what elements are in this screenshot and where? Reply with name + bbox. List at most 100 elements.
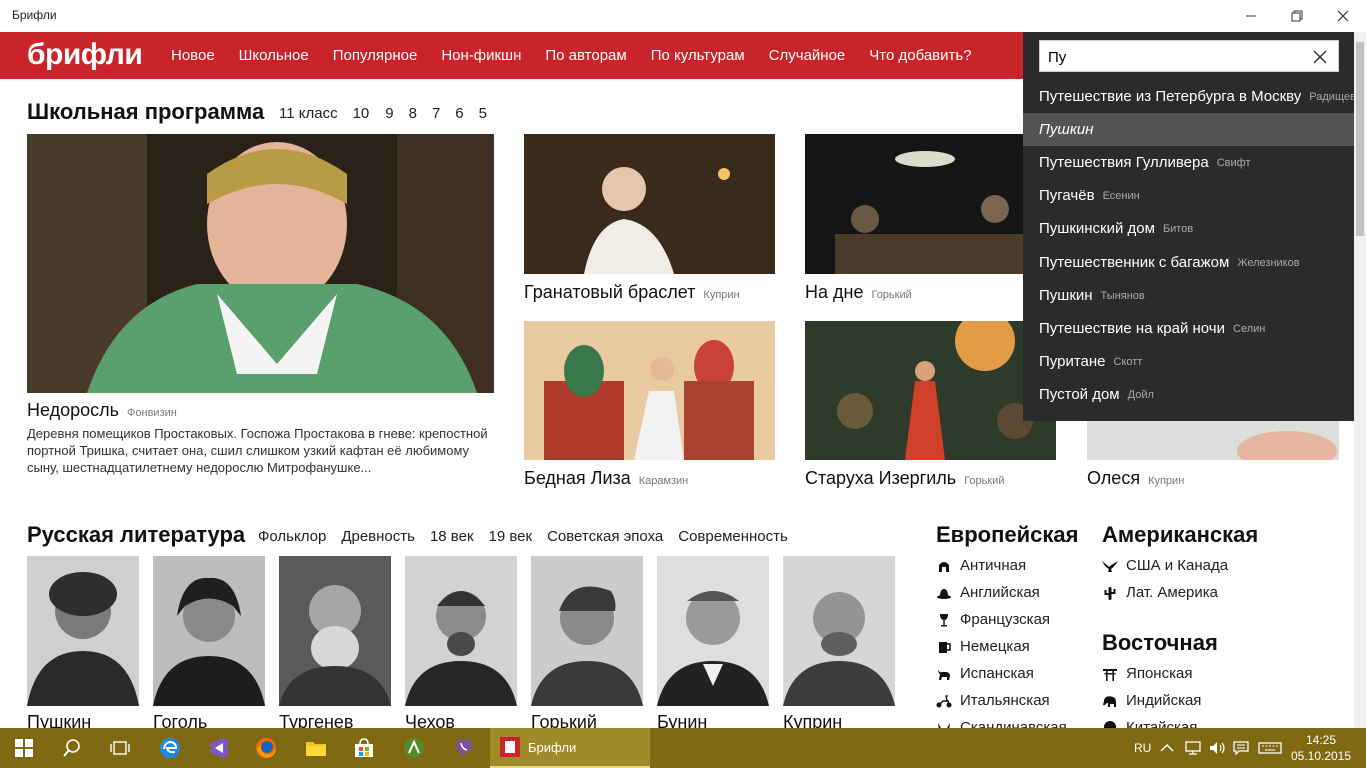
book-tile-3[interactable]: Бедная Лиза Карамзин — [524, 468, 688, 489]
author-portrait-pushkin[interactable] — [27, 556, 139, 706]
task-view-button[interactable] — [96, 728, 144, 768]
book-author[interactable]: Горький — [871, 289, 911, 301]
search-clear-button[interactable] — [1310, 47, 1330, 67]
grade-filter-9[interactable]: 9 — [385, 105, 393, 122]
nav-item-school[interactable]: Школьное — [239, 47, 309, 64]
book-title[interactable]: Старуха Изергиль — [805, 468, 956, 488]
tray-volume-button[interactable] — [1209, 728, 1227, 768]
culture-item-antique[interactable]: Античная — [936, 557, 1026, 574]
taskbar-android-studio[interactable] — [390, 728, 438, 768]
grade-filter-11[interactable]: 11 класс — [279, 105, 338, 122]
language-indicator[interactable]: RU — [1134, 728, 1151, 768]
close-window-button[interactable] — [1320, 0, 1366, 32]
culture-item-italian[interactable]: Итальянская — [936, 692, 1050, 709]
author-portrait-gogol[interactable] — [153, 556, 265, 706]
taskbar-search-button[interactable] — [48, 728, 96, 768]
featured-book-title[interactable]: Недоросль Фонвизин — [27, 400, 177, 421]
culture-item-indian[interactable]: Индийская — [1102, 692, 1201, 709]
culture-item-german[interactable]: Немецкая — [936, 638, 1030, 655]
search-suggestion[interactable]: Пушкин Тынянов — [1023, 279, 1354, 312]
search-suggestion[interactable]: Пустой дом Дойл — [1023, 378, 1354, 411]
book-tile-image-3[interactable] — [524, 321, 775, 460]
culture-item-spanish[interactable]: Испанская — [936, 665, 1034, 682]
grade-filter-5[interactable]: 5 — [479, 105, 487, 122]
author-portrait-kuprin[interactable] — [783, 556, 895, 706]
culture-heading-american[interactable]: Американская — [1102, 522, 1258, 548]
nav-item-random[interactable]: Случайное — [769, 47, 846, 64]
search-suggestion[interactable]: Пугачёв Есенин — [1023, 179, 1354, 212]
book-tile-5[interactable]: Олеся Куприн — [1087, 468, 1184, 489]
book-title[interactable]: На дне — [805, 282, 863, 302]
era-filter-soviet[interactable]: Советская эпоха — [547, 528, 663, 545]
search-suggestion[interactable]: Путешествие из Петербурга в Москву Радище… — [1023, 80, 1354, 113]
search-suggestion[interactable]: Путешествия Гулливера Свифт — [1023, 146, 1354, 179]
taskbar-edge[interactable] — [146, 728, 194, 768]
author-portrait-gorky[interactable] — [531, 556, 643, 706]
search-suggestion[interactable]: Путешественник с багажом Железников — [1023, 246, 1354, 279]
era-filter-folklore[interactable]: Фольклор — [258, 528, 326, 545]
author-portrait-chekhov[interactable] — [405, 556, 517, 706]
book-title[interactable]: Олеся — [1087, 468, 1140, 488]
culture-item-japanese[interactable]: Японская — [1102, 665, 1192, 682]
grade-filter-6[interactable]: 6 — [455, 105, 463, 122]
taskbar-clock[interactable]: 14:25 05.10.2015 — [1290, 732, 1352, 764]
grade-filter-10[interactable]: 10 — [353, 105, 370, 122]
culture-item-scandinavian[interactable]: Скандинавская — [936, 719, 1067, 728]
culture-item-french[interactable]: Французская — [936, 611, 1050, 628]
tray-notifications-button[interactable] — [1233, 728, 1249, 768]
book-tile-1[interactable]: Гранатовый браслет Куприн — [524, 282, 740, 303]
nav-item-popular[interactable]: Популярное — [333, 47, 418, 64]
culture-item-latin-america[interactable]: Лат. Америка — [1102, 584, 1218, 601]
taskbar-firefox[interactable] — [242, 728, 290, 768]
book-tile-4[interactable]: Старуха Изергиль Горький — [805, 468, 1004, 489]
book-tile-image-2[interactable] — [805, 134, 1056, 274]
culture-heading-eastern[interactable]: Восточная — [1102, 630, 1218, 656]
author-portrait-turgenev[interactable] — [279, 556, 391, 706]
book-author[interactable]: Карамзин — [639, 475, 688, 487]
book-title[interactable]: Гранатовый браслет — [524, 282, 695, 302]
taskbar-file-explorer[interactable] — [292, 728, 340, 768]
author-portrait-bunin[interactable] — [657, 556, 769, 706]
tray-network-button[interactable] — [1185, 728, 1203, 768]
book-tile-image-5[interactable] — [1087, 421, 1339, 460]
search-suggestion[interactable]: Пушкинский дом Битов — [1023, 212, 1354, 245]
tray-keyboard-button[interactable] — [1258, 728, 1282, 768]
minimize-button[interactable] — [1228, 0, 1274, 32]
nav-item-nonfiction[interactable]: Нон-фикшн — [441, 47, 521, 64]
restore-button[interactable] — [1274, 0, 1320, 32]
search-input[interactable] — [1048, 47, 1298, 67]
book-tile-image-1[interactable] — [524, 134, 775, 274]
featured-book-image[interactable] — [27, 134, 494, 393]
book-title[interactable]: Бедная Лиза — [524, 468, 631, 488]
tray-overflow-button[interactable] — [1160, 728, 1174, 768]
site-logo[interactable]: брифли — [27, 38, 143, 72]
book-tile-2[interactable]: На дне Горький — [805, 282, 912, 303]
search-suggestion[interactable]: Путешествие на край ночи Селин — [1023, 312, 1354, 345]
era-filter-modern[interactable]: Современность — [678, 528, 788, 545]
scrollbar-thumb[interactable] — [1356, 42, 1364, 236]
era-filter-18[interactable]: 18 век — [430, 528, 474, 545]
book-title[interactable]: Недоросль — [27, 400, 119, 420]
book-author[interactable]: Фонвизин — [127, 407, 177, 419]
culture-item-english[interactable]: Английская — [936, 584, 1040, 601]
start-button[interactable] — [0, 728, 48, 768]
nav-item-new[interactable]: Новое — [171, 47, 215, 64]
search-suggestion[interactable]: Пуритане Скотт — [1023, 345, 1354, 378]
nav-item-authors[interactable]: По авторам — [545, 47, 626, 64]
culture-item-chinese[interactable]: Китайская — [1102, 719, 1197, 728]
culture-item-usa-canada[interactable]: США и Канада — [1102, 557, 1228, 574]
grade-filter-8[interactable]: 8 — [409, 105, 417, 122]
taskbar-visual-studio[interactable] — [194, 728, 242, 768]
era-filter-ancient[interactable]: Древность — [341, 528, 415, 545]
book-tile-image-4[interactable] — [805, 321, 1056, 460]
taskbar-viber[interactable] — [440, 728, 488, 768]
book-author[interactable]: Горький — [964, 475, 1004, 487]
nav-item-cultures[interactable]: По культурам — [651, 47, 745, 64]
culture-heading-european[interactable]: Европейская — [936, 522, 1078, 548]
grade-filter-7[interactable]: 7 — [432, 105, 440, 122]
book-author[interactable]: Куприн — [1148, 475, 1184, 487]
search-suggestion-active[interactable]: Пушкин — [1023, 113, 1354, 146]
nav-item-suggest[interactable]: Что добавить? — [869, 47, 971, 64]
book-author[interactable]: Куприн — [703, 289, 739, 301]
taskbar-active-app[interactable]: Брифли — [490, 728, 650, 768]
